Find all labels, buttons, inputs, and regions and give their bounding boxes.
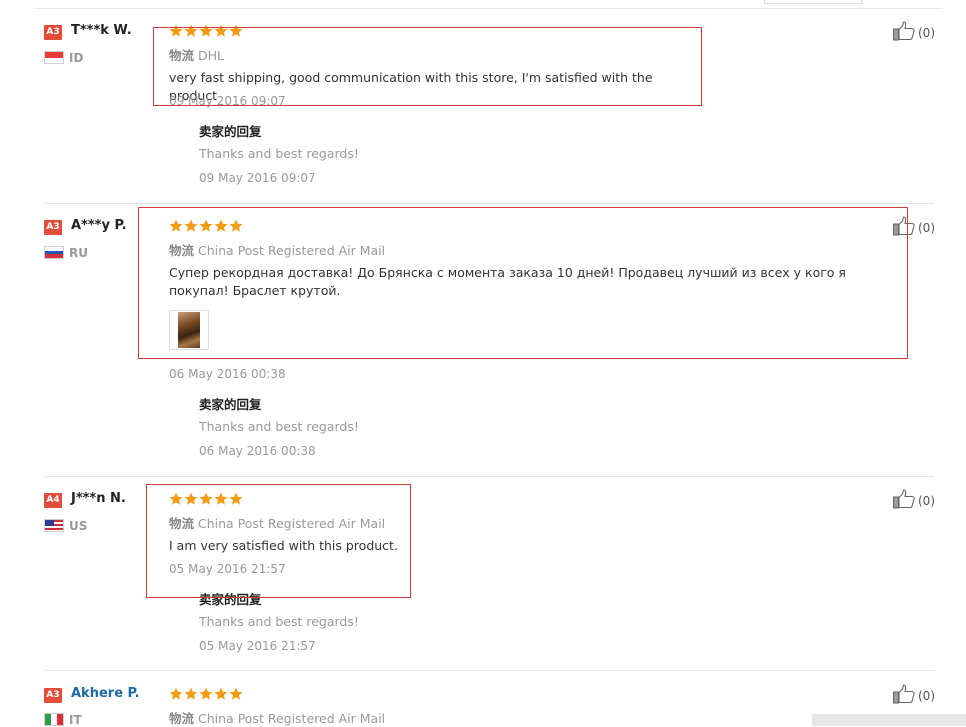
seller-reply-date: 05 May 2016 21:57	[199, 639, 316, 653]
helpful-button[interactable]: (0)	[892, 21, 935, 45]
shipping-label: 物流	[169, 711, 195, 726]
shipping-method: 物流 China Post Registered Air Mail	[169, 708, 385, 727]
buyer-country: US	[69, 519, 88, 533]
seller-reply-text: Thanks and best regards!	[199, 614, 359, 629]
buyer-name: J***n N.	[71, 491, 126, 506]
thumbs-up-icon	[892, 684, 916, 708]
buyer-name: T***k W.	[71, 23, 132, 38]
seller-reply-title: 卖家的回复	[199, 124, 262, 139]
star-icon	[199, 687, 213, 700]
helpful-count: (0)	[918, 494, 935, 508]
thumbs-up-icon	[892, 21, 916, 45]
buyer-name-link[interactable]: Akhere P.	[71, 686, 140, 701]
buyer-country: RU	[69, 246, 88, 260]
flag-id-icon	[44, 51, 64, 64]
thumbs-up-icon	[892, 489, 916, 513]
helpful-count: (0)	[918, 689, 935, 703]
buyer-country: IT	[69, 713, 82, 727]
buyer-level-badge: A3	[44, 220, 62, 235]
helpful-count: (0)	[918, 221, 935, 235]
top-divider	[35, 8, 943, 9]
star-icon	[184, 687, 198, 700]
buyer-country: ID	[69, 51, 84, 65]
sort-dropdown-edge[interactable]	[764, 0, 862, 4]
seller-reply-title: 卖家的回复	[199, 397, 262, 412]
highlight-box	[153, 27, 702, 106]
buyer-level-badge: A4	[44, 493, 62, 508]
star-icon	[169, 687, 183, 700]
seller-reply-text: Thanks and best regards!	[199, 419, 359, 434]
review-divider	[44, 203, 934, 204]
review-divider	[44, 476, 934, 477]
seller-reply-date: 09 May 2016 09:07	[199, 171, 316, 185]
buyer-level-badge: A3	[44, 25, 62, 40]
shipping-value: China Post Registered Air Mail	[198, 711, 386, 726]
buyer-level-badge: A3	[44, 688, 62, 703]
review-divider	[44, 670, 934, 671]
highlight-box	[146, 484, 411, 598]
star-icon	[214, 687, 228, 700]
star-icon	[229, 687, 243, 700]
scrollbar-corner	[812, 714, 966, 726]
helpful-button[interactable]: (0)	[892, 684, 935, 708]
helpful-button[interactable]: (0)	[892, 489, 935, 513]
highlight-box	[138, 207, 908, 359]
review-date: 06 May 2016 00:38	[169, 367, 286, 381]
helpful-count: (0)	[918, 26, 935, 40]
seller-reply-text: Thanks and best regards!	[199, 146, 359, 161]
rating-stars	[169, 687, 244, 701]
flag-ru-icon	[44, 246, 64, 259]
seller-reply-date: 06 May 2016 00:38	[199, 444, 316, 458]
flag-us-icon	[44, 519, 64, 532]
buyer-name: A***y P.	[71, 218, 127, 233]
flag-it-icon	[44, 713, 64, 726]
